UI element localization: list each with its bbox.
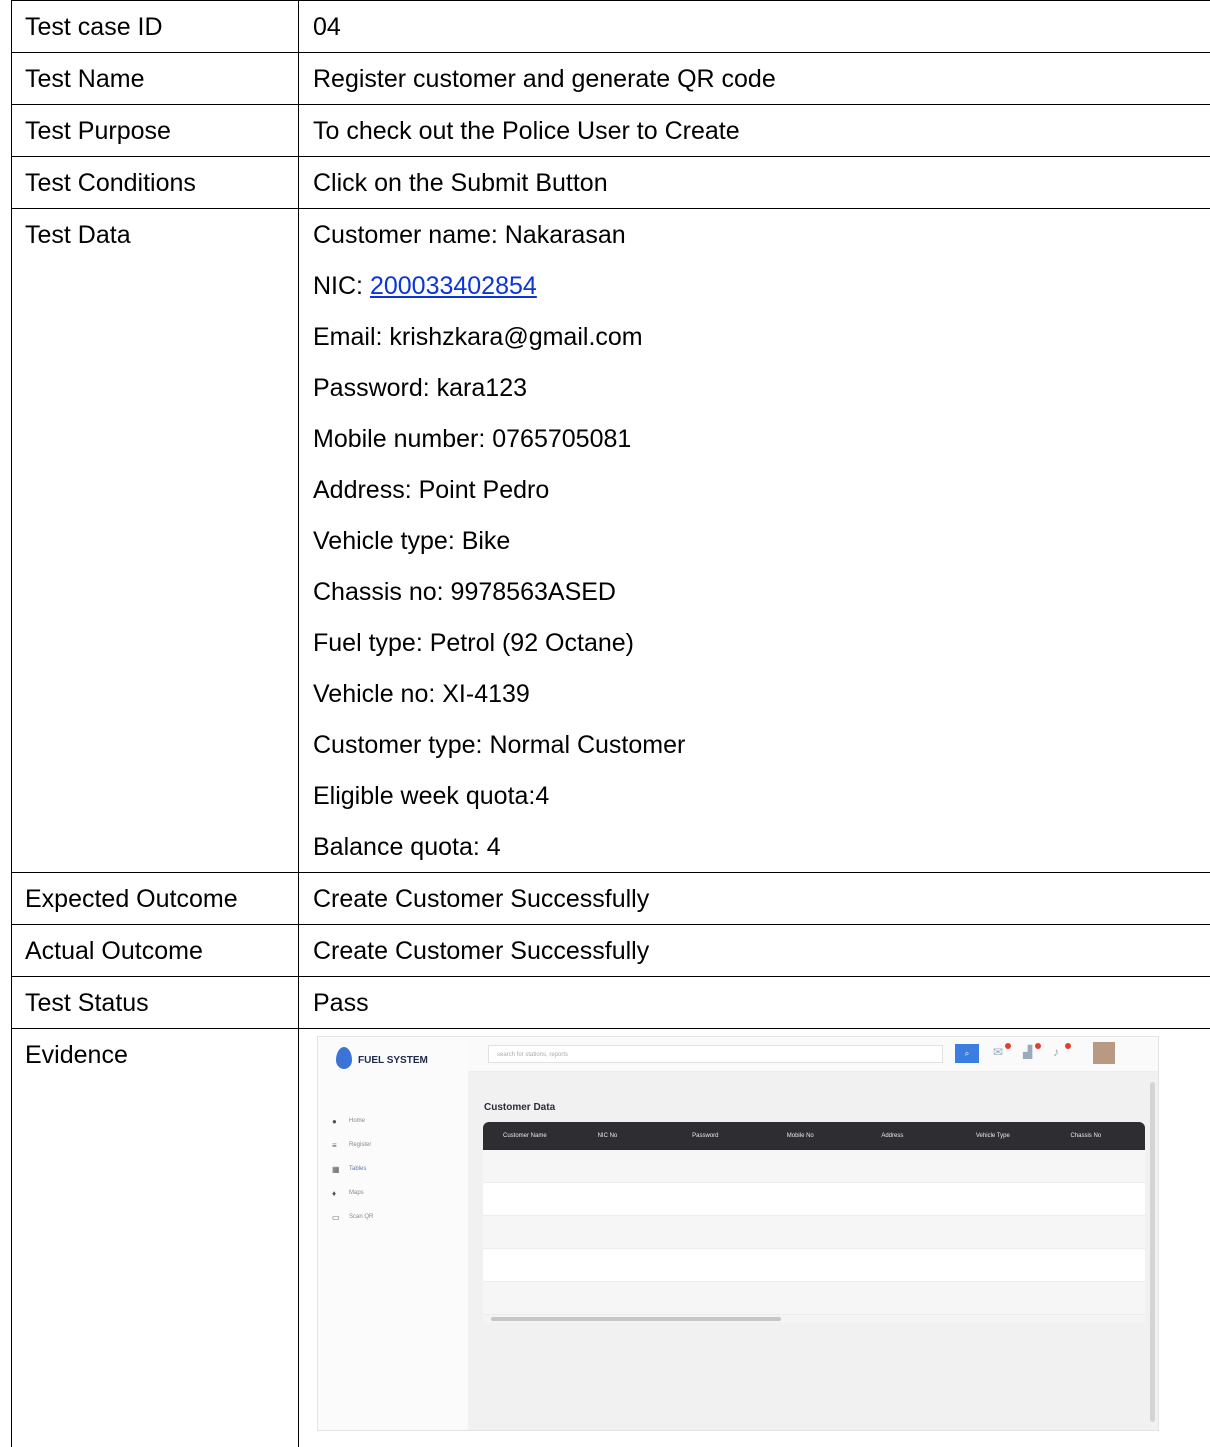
map-pin-icon: ♦ [332, 1190, 339, 1197]
label-test-status: Test Status [12, 977, 299, 1029]
balance-quota-line: Balance quota: 4 [313, 833, 1210, 861]
label-test-conditions: Test Conditions [12, 157, 299, 209]
customer-table-body [483, 1150, 1145, 1315]
label-test-name: Test Name [12, 53, 299, 105]
page-title: Customer Data [484, 1094, 555, 1122]
label-test-purpose: Test Purpose [12, 105, 299, 157]
value-test-case-id: 04 [299, 1, 1210, 53]
notification-icon[interactable]: ✉ [993, 1045, 1007, 1059]
label-test-case-id: Test case ID [12, 1, 299, 53]
value-test-status: Pass [299, 977, 1210, 1029]
row-test-status: Test Status Pass [12, 977, 1210, 1029]
test-case-table: Test case ID 04 Test Name Register custo… [11, 0, 1210, 1447]
row-test-purpose: Test Purpose To check out the Police Use… [12, 105, 1210, 157]
app-sidebar: FUEL SYSTEM ●Home ≡Register ▦Tables ♦Map… [318, 1037, 468, 1430]
app-search-input[interactable]: search for stations, reports [488, 1045, 943, 1063]
value-test-name: Register customer and generate QR code [299, 53, 1210, 105]
monitor-icon: ▭ [332, 1214, 339, 1221]
search-icon: ⌕ [965, 1049, 969, 1058]
value-test-data: Customer name: Nakarasan NIC: 2000334028… [299, 209, 1210, 873]
table-row[interactable] [483, 1150, 1145, 1183]
bell-icon[interactable]: ♪ [1053, 1045, 1067, 1059]
scroll-thumb[interactable] [491, 1317, 781, 1321]
eligible-quota-line: Eligible week quota:4 [313, 782, 1210, 833]
value-test-purpose: To check out the Police User to Create [299, 105, 1210, 157]
label-expected-outcome: Expected Outcome [12, 873, 299, 925]
fuel-type-line: Fuel type: Petrol (92 Octane) [313, 629, 1210, 680]
password-line: Password: kara123 [313, 374, 1210, 425]
table-row[interactable] [483, 1282, 1145, 1315]
vehicle-no-line: Vehicle no: XI-4139 [313, 680, 1210, 731]
chart-icon[interactable]: ▟ [1023, 1045, 1037, 1059]
address-line: Address: Point Pedro [313, 476, 1210, 527]
horizontal-scrollbar[interactable] [483, 1315, 1145, 1323]
customer-name-line: Customer name: Nakarasan [313, 221, 1210, 272]
column-header: Address [861, 1122, 956, 1150]
value-evidence: FUEL SYSTEM ●Home ≡Register ▦Tables ♦Map… [299, 1029, 1210, 1447]
chassis-line: Chassis no: 9978563ASED [313, 578, 1210, 629]
nav-item-scan-qr[interactable]: ▭ Scan QR [332, 1205, 373, 1229]
customer-table-header: Customer Name NIC No Password Mobile No … [483, 1122, 1145, 1150]
vertical-scrollbar[interactable] [1150, 1082, 1155, 1422]
list-icon: ≡ [332, 1142, 339, 1149]
row-test-conditions: Test Conditions Click on the Submit Butt… [12, 157, 1210, 209]
table-row[interactable] [483, 1183, 1145, 1216]
row-test-case-id: Test case ID 04 [12, 1, 1210, 53]
search-button[interactable]: ⌕ [955, 1044, 979, 1063]
avatar[interactable] [1093, 1042, 1115, 1064]
table-row[interactable] [483, 1249, 1145, 1282]
customer-table: Customer Name NIC No Password Mobile No … [483, 1122, 1145, 1323]
vehicle-type-line: Vehicle type: Bike [313, 527, 1210, 578]
nic-link[interactable]: 200033402854 [370, 272, 537, 300]
row-evidence: Evidence FUEL SYSTEM ●Home ≡Register ▦Ta… [12, 1029, 1210, 1447]
row-test-name: Test Name Register customer and generate… [12, 53, 1210, 105]
column-header: NIC No [578, 1122, 673, 1150]
value-test-conditions: Click on the Submit Button [299, 157, 1210, 209]
row-expected-outcome: Expected Outcome Create Customer Success… [12, 873, 1210, 925]
app-nav: ●Home ≡Register ▦Tables ♦Maps ▭ Scan QR [332, 1109, 373, 1229]
home-icon: ● [332, 1118, 339, 1125]
label-test-data: Test Data [12, 209, 299, 873]
column-header: Mobile No [767, 1122, 862, 1150]
label-evidence: Evidence [12, 1029, 299, 1447]
column-header: Chassis No [1050, 1122, 1145, 1150]
app-logo-text: FUEL SYSTEM [358, 1047, 428, 1075]
column-header: Vehicle Type [956, 1122, 1051, 1150]
customer-type-line: Customer type: Normal Customer [313, 731, 1210, 782]
nav-item-tables[interactable]: ▦Tables [332, 1157, 373, 1181]
fuel-drop-icon [336, 1047, 352, 1069]
nav-item-register[interactable]: ≡Register [332, 1133, 373, 1157]
nav-item-home[interactable]: ●Home [332, 1109, 373, 1133]
column-header: Password [672, 1122, 767, 1150]
value-actual-outcome: Create Customer Successfully [299, 925, 1210, 977]
app-main: Customer Data Customer Name NIC No Passw… [468, 1072, 1158, 1430]
value-expected-outcome: Create Customer Successfully [299, 873, 1210, 925]
nav-label-scan-qr: Scan QR [349, 1203, 373, 1231]
column-header: Customer Name [483, 1122, 578, 1150]
table-row[interactable] [483, 1216, 1145, 1249]
row-test-data: Test Data Customer name: Nakarasan NIC: … [12, 209, 1210, 873]
label-actual-outcome: Actual Outcome [12, 925, 299, 977]
nic-prefix: NIC: [313, 272, 370, 300]
app-topbar: search for stations, reports ⌕ ✉ ▟ ♪ [468, 1037, 1158, 1072]
nic-line: NIC: 200033402854 [313, 272, 1210, 323]
mobile-line: Mobile number: 0765705081 [313, 425, 1210, 476]
row-actual-outcome: Actual Outcome Create Customer Successfu… [12, 925, 1210, 977]
table-icon: ▦ [332, 1166, 339, 1173]
nav-item-maps[interactable]: ♦Maps [332, 1181, 373, 1205]
evidence-screenshot: FUEL SYSTEM ●Home ≡Register ▦Tables ♦Map… [317, 1036, 1159, 1431]
app-logo: FUEL SYSTEM [336, 1045, 456, 1071]
email-line: Email: krishzkara@gmail.com [313, 323, 1210, 374]
